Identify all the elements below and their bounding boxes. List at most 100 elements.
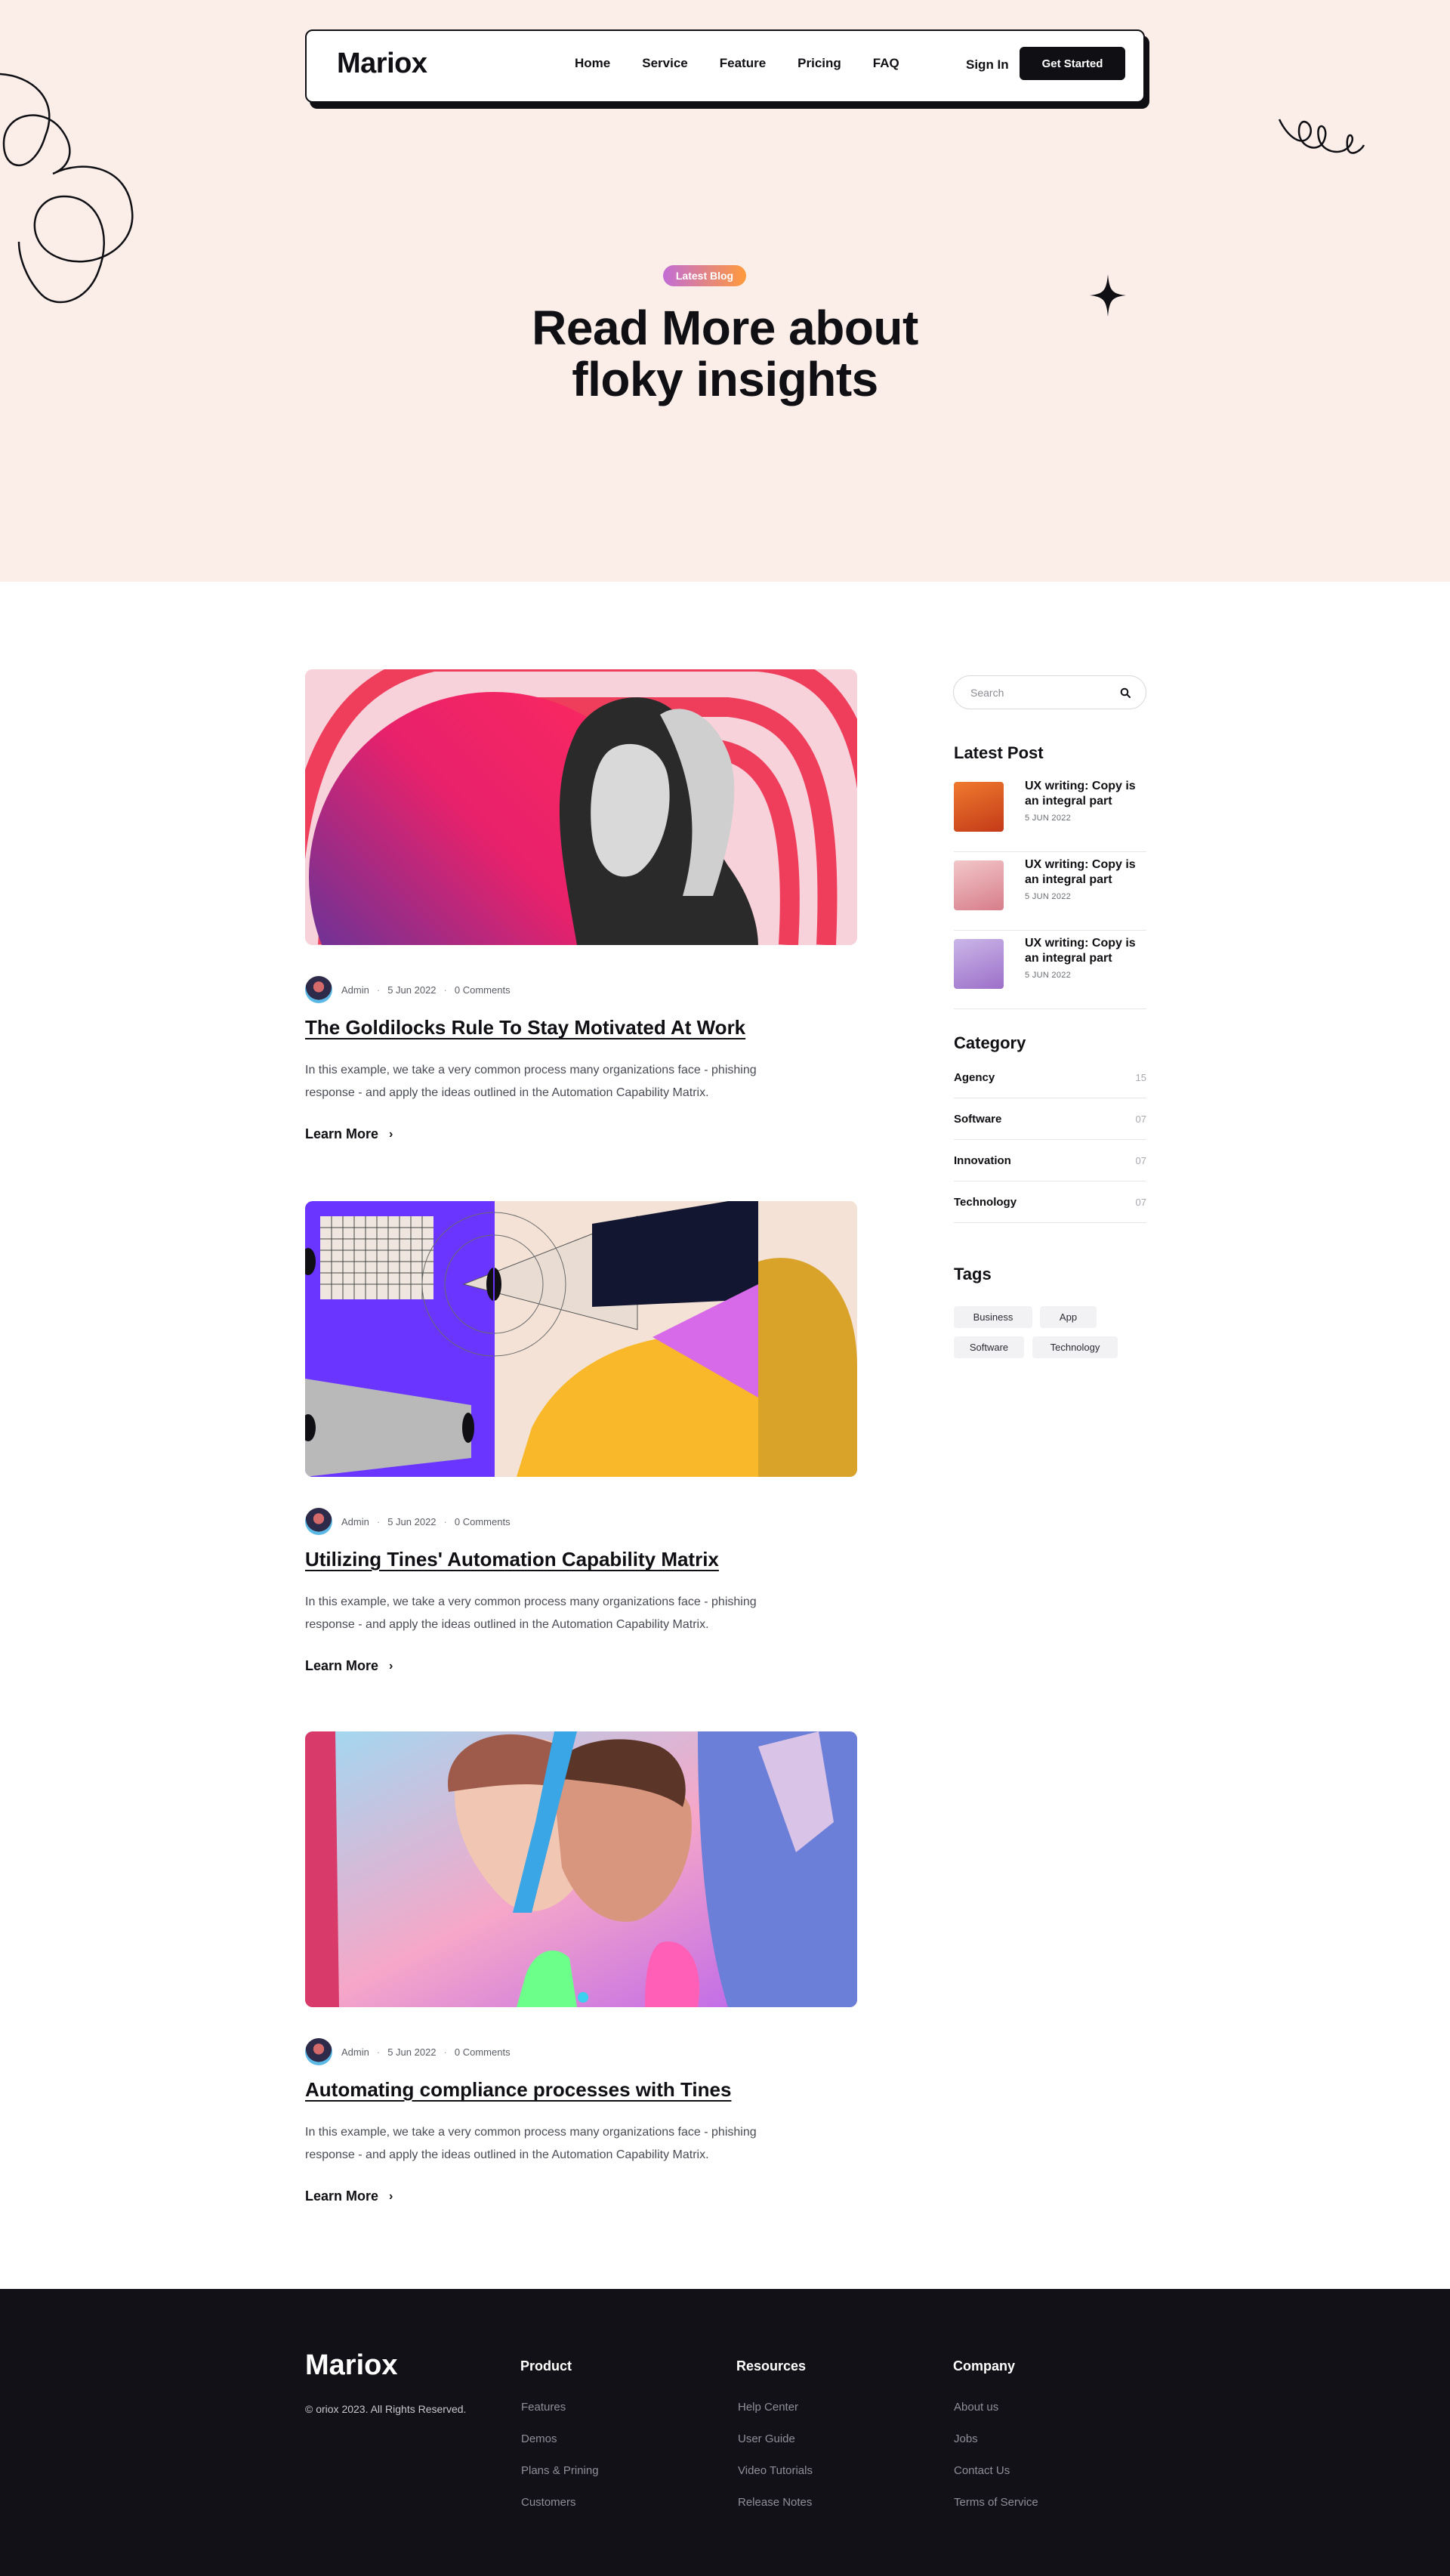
hero-title: Read More about floky insights [423, 302, 1027, 405]
top-navbar: Mariox Home Service Feature Pricing FAQ … [305, 29, 1145, 103]
tag-software[interactable]: Software [954, 1336, 1024, 1358]
latest-post-item[interactable]: UX writing: Copy is an integral part 5 J… [954, 931, 1146, 1009]
get-started-button[interactable]: Get Started [1020, 47, 1125, 80]
meta-separator: · [376, 1515, 381, 1527]
learn-more-label: Learn More [305, 2188, 379, 2204]
sign-in-link[interactable]: Sign In [966, 57, 1009, 73]
latest-post-item[interactable]: UX writing: Copy is an integral part 5 J… [954, 774, 1146, 852]
post-excerpt-1: In this example, we take a very common p… [305, 1064, 757, 1099]
latest-post-date: 5 JUN 2022 [1025, 892, 1072, 901]
category-name: Agency [954, 1070, 995, 1084]
latest-post-date: 5 JUN 2022 [1025, 814, 1072, 823]
post-image-woman-portrait[interactable] [305, 669, 857, 945]
post-date: 5 Jun 2022 [387, 2046, 437, 2058]
footer-heading-resources: Resources [736, 2358, 807, 2374]
nav-link-home[interactable]: Home [575, 56, 610, 71]
post-title-2[interactable]: Utilizing Tines' Automation Capability M… [305, 1548, 719, 1571]
learn-more-label: Learn More [305, 1658, 379, 1673]
latest-post-thumbnail [954, 782, 1004, 832]
blog-post-2 [305, 1201, 857, 1477]
learn-more-link-2[interactable]: Learn More › [305, 1658, 393, 1674]
post-title-3[interactable]: Automating compliance processes with Tin… [305, 2078, 731, 2102]
footer-link-about-us[interactable]: About us [954, 2401, 998, 2414]
post-excerpt-3: In this example, we take a very common p… [305, 2126, 757, 2161]
latest-post-title[interactable]: UX writing: Copy is an integral part [1025, 779, 1149, 809]
chevron-right-icon: › [389, 2189, 393, 2203]
hero-section: Mariox Home Service Feature Pricing FAQ … [0, 0, 1450, 582]
learn-more-link-3[interactable]: Learn More › [305, 2188, 393, 2204]
chevron-right-icon: › [389, 1659, 393, 1673]
post-title-1[interactable]: The Goldilocks Rule To Stay Motivated At… [305, 1016, 745, 1039]
category-name: Technology [954, 1195, 1017, 1209]
post-author[interactable]: Admin [341, 984, 369, 996]
footer-link-customers[interactable]: Customers [521, 2496, 576, 2509]
site-logo[interactable]: Mariox [337, 48, 427, 80]
post-image-man-collage[interactable] [305, 1731, 857, 2007]
sidebar-search [953, 675, 1146, 709]
category-name: Software [954, 1112, 1002, 1126]
meta-separator: · [443, 2046, 447, 2058]
footer-heading-company: Company [953, 2358, 1016, 2374]
nav-link-faq[interactable]: FAQ [873, 56, 899, 71]
category-count: 07 [1135, 1196, 1146, 1208]
post-date: 5 Jun 2022 [387, 984, 437, 996]
tag-app[interactable]: App [1040, 1306, 1097, 1328]
latest-post-title[interactable]: UX writing: Copy is an integral part [1025, 936, 1149, 966]
meta-separator: · [376, 2046, 381, 2058]
latest-post-thumbnail [954, 939, 1004, 989]
nav-link-pricing[interactable]: Pricing [798, 56, 841, 71]
footer-link-video-tutorials[interactable]: Video Tutorials [738, 2464, 813, 2477]
tag-technology[interactable]: Technology [1032, 1336, 1118, 1358]
post-comments[interactable]: 0 Comments [455, 984, 511, 996]
category-count: 07 [1135, 1154, 1146, 1166]
meta-separator: · [443, 984, 447, 996]
post-author[interactable]: Admin [341, 1516, 369, 1527]
footer-link-release-notes[interactable]: Release Notes [738, 2496, 812, 2509]
latest-post-date: 5 JUN 2022 [1025, 971, 1072, 980]
post-image-abstract-shapes[interactable] [305, 1201, 857, 1477]
footer-link-contact-us[interactable]: Contact Us [954, 2464, 1010, 2477]
category-item-innovation[interactable]: Innovation 07 [954, 1140, 1146, 1181]
site-footer: Mariox © oriox 2023. All Rights Reserved… [0, 2289, 1450, 2576]
footer-link-plans-pricing[interactable]: Plans & Prining [521, 2464, 599, 2477]
meta-separator: · [376, 984, 381, 996]
author-avatar [305, 976, 332, 1003]
post-meta-2: Admin · 5 Jun 2022 · 0 Comments [305, 1508, 511, 1535]
footer-link-terms-of-service[interactable]: Terms of Service [954, 2496, 1038, 2509]
latest-blog-badge: Latest Blog [663, 265, 746, 286]
nav-link-feature[interactable]: Feature [720, 56, 766, 71]
category-item-technology[interactable]: Technology 07 [954, 1181, 1146, 1223]
latest-post-item[interactable]: UX writing: Copy is an integral part 5 J… [954, 853, 1146, 931]
post-comments[interactable]: 0 Comments [455, 1516, 511, 1527]
footer-link-features[interactable]: Features [521, 2401, 566, 2414]
search-icon[interactable] [1120, 687, 1131, 698]
author-avatar [305, 2038, 332, 2065]
search-input[interactable] [970, 686, 1106, 699]
footer-link-jobs[interactable]: Jobs [954, 2432, 978, 2445]
category-heading: Category [954, 1033, 1026, 1052]
category-count: 15 [1135, 1071, 1146, 1083]
category-item-agency[interactable]: Agency 15 [954, 1057, 1146, 1098]
footer-link-demos[interactable]: Demos [521, 2432, 557, 2445]
footer-logo[interactable]: Mariox [305, 2349, 397, 2382]
category-name: Innovation [954, 1154, 1011, 1167]
latest-post-heading: Latest Post [954, 743, 1044, 762]
post-date: 5 Jun 2022 [387, 1515, 437, 1527]
hero-title-line-2: floky insights [572, 352, 878, 406]
footer-link-user-guide[interactable]: User Guide [738, 2432, 795, 2445]
post-meta-1: Admin · 5 Jun 2022 · 0 Comments [305, 976, 511, 1003]
tag-business[interactable]: Business [954, 1306, 1032, 1328]
latest-post-title[interactable]: UX writing: Copy is an integral part [1025, 857, 1149, 888]
blog-post-1 [305, 669, 857, 945]
footer-link-help-center[interactable]: Help Center [738, 2401, 798, 2414]
category-count: 07 [1135, 1113, 1146, 1125]
post-comments[interactable]: 0 Comments [455, 2046, 511, 2058]
category-item-software[interactable]: Software 07 [954, 1098, 1146, 1140]
learn-more-label: Learn More [305, 1126, 379, 1141]
nav-link-service[interactable]: Service [642, 56, 688, 71]
tags-heading: Tags [954, 1265, 992, 1283]
nav-links: Home Service Feature Pricing FAQ [575, 56, 931, 71]
scribble-loops-decoration [0, 73, 134, 304]
learn-more-link-1[interactable]: Learn More › [305, 1126, 393, 1142]
post-author[interactable]: Admin [341, 2046, 369, 2058]
